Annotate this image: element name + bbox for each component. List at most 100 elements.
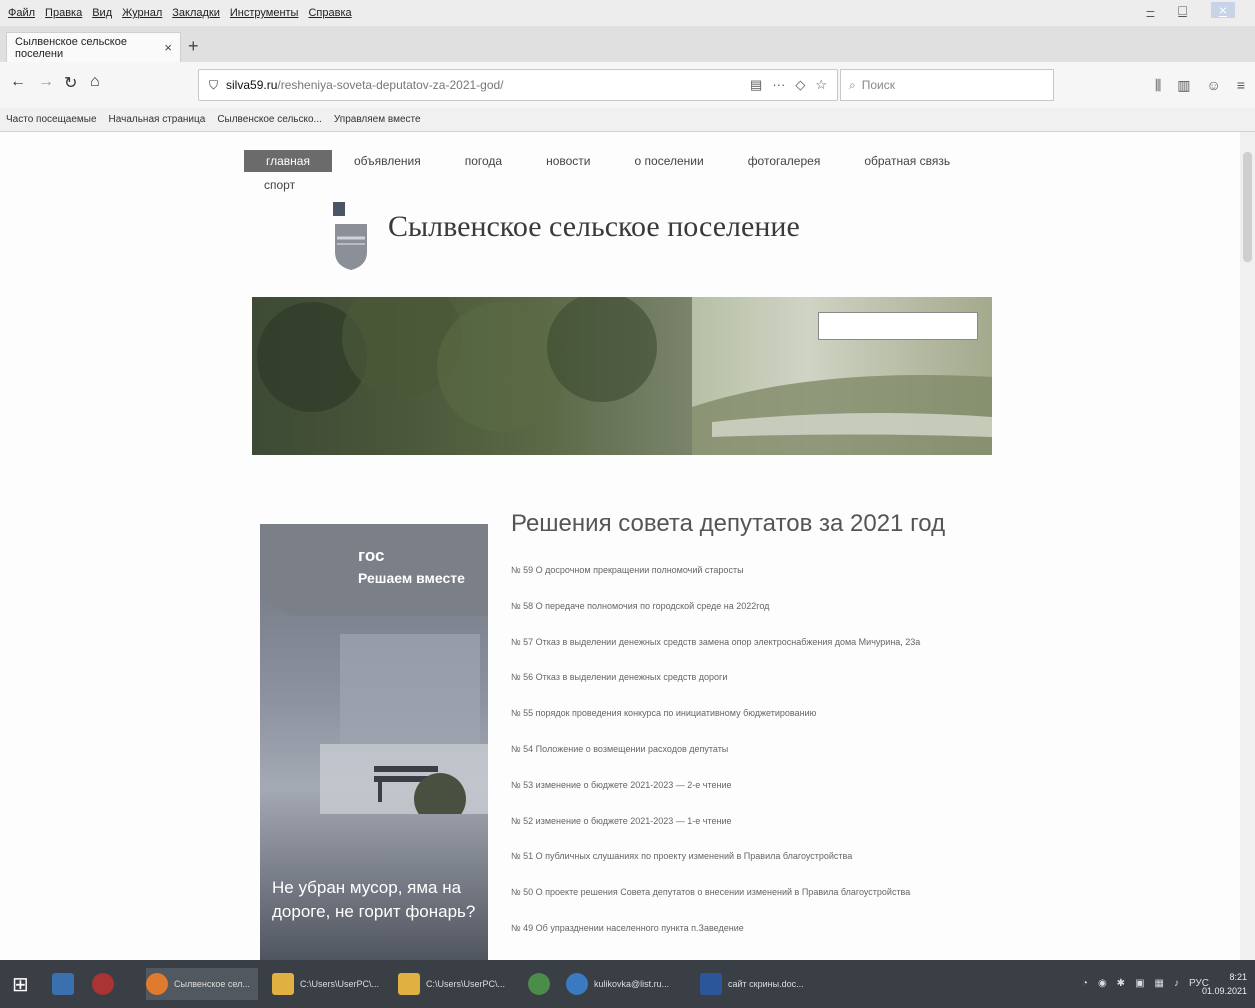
menu-bookmarks[interactable]: Закладки (172, 7, 220, 19)
document-link[interactable]: № 56 Отказ в выделении денежных средств … (511, 671, 1211, 707)
taskbar-explorer-1[interactable]: C:\Users\UserPC\... (272, 968, 379, 1000)
menu-help[interactable]: Справка (308, 7, 351, 19)
search-icon: ⌕ (849, 77, 856, 92)
document-link[interactable]: № 59 О досрочном прекращении полномочий … (511, 564, 1211, 600)
tray-icon[interactable]: ◔ (1082, 978, 1088, 989)
maximize-icon[interactable]: □ (1178, 2, 1186, 18)
toolbar-right: ⫼ ▥ ☺ ≡ (1155, 77, 1245, 94)
document-link[interactable]: № 52 изменение о бюджете 2021-2023 — 1-е… (511, 815, 1211, 851)
document-link[interactable]: № 50 О проекте решения Совета депутатов … (511, 886, 1211, 922)
tab-close-icon[interactable]: × (164, 40, 172, 55)
web-page: главная объявления погода новости о посе… (0, 132, 1240, 960)
header-banner (252, 297, 992, 455)
document-link[interactable]: № 49 Об упразднении населенного пункта п… (511, 922, 1211, 958)
taskbar-chrome[interactable] (528, 968, 556, 1000)
close-icon[interactable]: × (1210, 2, 1235, 18)
document-link[interactable]: № 57 Отказ в выделении денежных средств … (511, 636, 1211, 672)
site-menu-about[interactable]: о поселении (613, 150, 726, 172)
new-tab-icon[interactable]: + (188, 36, 199, 57)
taskbar: ⊞ Сылвенское сел... C:\Users\UserPC\... … (0, 960, 1255, 1008)
search-placeholder: Поиск (861, 78, 895, 92)
document-link[interactable]: № 55 порядок проведения конкурса по иниц… (511, 707, 1211, 743)
bookmark-most-visited[interactable]: Часто посещаемые (6, 114, 97, 125)
site-menu-home[interactable]: главная (244, 150, 332, 172)
system-tray: ◔ ◉ ✱ ▣ ▦ ♪ РУС (1082, 978, 1209, 989)
page-heading: Решения совета депутатов за 2021 год (511, 510, 946, 537)
tab-active[interactable]: Сылвенское сельское поселени × (6, 32, 181, 62)
reload-icon[interactable]: ↻ (64, 73, 77, 93)
clock[interactable]: 8:21 01.09.2021 (1202, 970, 1247, 998)
taskbar-label: Сылвенское сел... (174, 979, 250, 989)
document-link[interactable]: № 51 О публичных слушаниях по проекту из… (511, 850, 1211, 886)
minimize-icon[interactable]: – (1147, 2, 1155, 18)
site-menu-weather[interactable]: погода (443, 150, 524, 172)
taskbar-ie[interactable]: kulikovka@list.ru... (566, 968, 669, 1000)
document-link[interactable]: № 53 изменение о бюджете 2021-2023 — 2-е… (511, 779, 1211, 815)
coat-of-arms-icon (333, 202, 367, 270)
menu-icon[interactable]: ≡ (1237, 77, 1245, 94)
site-menu-announcements[interactable]: объявления (332, 150, 443, 172)
document-link[interactable]: № 58 О передаче полномочия по городской … (511, 600, 1211, 636)
taskbar-firefox[interactable]: Сылвенское сел... (146, 968, 258, 1000)
browser-icon (528, 973, 550, 995)
search-input[interactable]: ⌕ Поиск (840, 69, 1054, 101)
bookmark-manage-together[interactable]: Управляем вместе (334, 114, 421, 125)
menu-history[interactable]: Журнал (122, 7, 162, 19)
menu-bar: Файл Правка Вид Журнал Закладки Инструме… (0, 0, 1255, 26)
tab-bar: Сылвенское сельское поселени × + (0, 26, 1255, 62)
folder-icon (272, 973, 294, 995)
menu-edit[interactable]: Правка (45, 7, 82, 19)
folder-icon (398, 973, 420, 995)
taskbar-word[interactable]: сайт скрины.doc... (700, 968, 804, 1000)
bookmark-star-icon[interactable]: ☆ (815, 77, 827, 93)
site-title: Сылвенское сельское поселение (388, 210, 800, 243)
bookmark-start-page[interactable]: Начальная страница (109, 114, 206, 125)
taskbar-explorer-2[interactable]: C:\Users\UserPC\... (398, 968, 505, 1000)
banner-search-input[interactable] (818, 312, 978, 340)
ie-icon (566, 973, 588, 995)
site-menu-news[interactable]: новости (524, 150, 612, 172)
window-controls: – □ × (1147, 2, 1245, 18)
taskbar-label: kulikovka@list.ru... (594, 979, 670, 989)
promo-brand: гос (358, 546, 385, 565)
home-icon[interactable]: ⌂ (90, 73, 100, 91)
back-icon[interactable]: ← (10, 73, 26, 91)
reader-view-icon[interactable]: ▤ (750, 77, 762, 93)
tray-icon[interactable]: ✱ (1117, 978, 1125, 989)
clock-date: 01.09.2021 (1201, 986, 1247, 996)
city-illustration (320, 634, 488, 814)
windows-start-icon[interactable]: ⊞ (12, 968, 29, 1000)
menu-file[interactable]: Файл (8, 7, 35, 19)
more-actions-button[interactable]: ··· (772, 77, 785, 93)
library-icon[interactable]: ⫼ (1155, 77, 1161, 94)
shield-icon[interactable]: ⛉ (209, 78, 218, 93)
pocket-icon[interactable]: ◇ (795, 77, 805, 93)
word-icon (700, 973, 722, 995)
outlook-icon[interactable] (52, 968, 80, 1000)
network-icon[interactable]: ▦ (1155, 978, 1164, 989)
site-menu-sport[interactable]: спорт (264, 178, 295, 192)
sidebar-icon[interactable]: ▥ (1177, 77, 1190, 94)
bookmark-sylva[interactable]: Сылвенское сельско... (217, 114, 322, 125)
taskbar-label: сайт скрины.doc... (728, 979, 804, 989)
menu-view[interactable]: Вид (92, 7, 112, 19)
site-menu-feedback[interactable]: обратная связь (842, 150, 972, 172)
tray-icon[interactable]: ◉ (1098, 978, 1107, 989)
account-icon[interactable]: ☺ (1207, 77, 1221, 94)
gosuslugi-promo[interactable]: гос Решаем вместе Не убран мусор, яма на… (260, 524, 488, 960)
scrollbar-thumb[interactable] (1243, 152, 1252, 262)
document-list: № 59 О досрочном прекращении полномочий … (511, 564, 1211, 958)
volume-icon[interactable]: ♪ (1174, 978, 1179, 989)
document-link[interactable]: № 54 Положение о возмещении расходов деп… (511, 743, 1211, 779)
clock-time: 8:21 (1229, 972, 1247, 982)
menu-tools[interactable]: Инструменты (230, 7, 299, 19)
tray-icon[interactable]: ▣ (1135, 978, 1144, 989)
promo-text: Не убран мусор, яма на дороге, не горит … (272, 878, 476, 921)
nav-bar: ← → ↻ ⌂ ⛉ silva59.ru /resheniya-soveta-d… (0, 62, 1255, 108)
opera-icon[interactable] (92, 968, 120, 1000)
url-bar[interactable]: ⛉ silva59.ru /resheniya-soveta-deputatov… (198, 69, 838, 101)
site-menu-gallery[interactable]: фотогалерея (726, 150, 843, 172)
page-scrollbar[interactable] (1240, 132, 1255, 960)
url-path: /resheniya-soveta-deputatov-za-2021-god/ (277, 78, 504, 92)
forward-icon[interactable]: → (38, 73, 54, 91)
